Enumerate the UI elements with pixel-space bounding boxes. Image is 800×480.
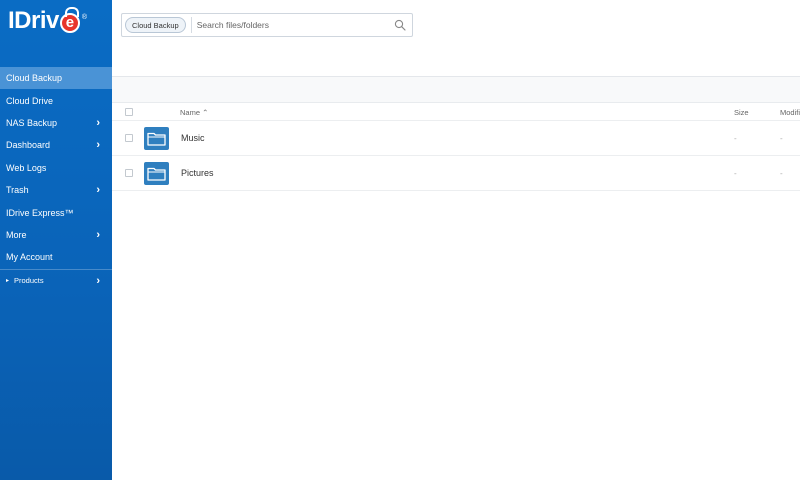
logo-text: IDriv (8, 7, 59, 34)
sidebar-item-label: IDrive Express™ (6, 207, 74, 218)
idrive-logo[interactable]: IDriv e ® (8, 6, 87, 38)
chevron-right-icon: › (96, 274, 100, 287)
chevron-right-icon: › (96, 116, 100, 129)
folder-icon (144, 162, 169, 185)
column-header-name[interactable]: Name ⌃ (180, 108, 208, 117)
search-input[interactable] (196, 20, 397, 30)
folder-icon (144, 127, 169, 150)
sidebar-item-label: My Account (6, 252, 53, 263)
sidebar-item-products[interactable]: ▸ Products › (0, 270, 112, 292)
toolbar-band (112, 76, 800, 103)
sidebar-item-cloud-drive[interactable]: Cloud Drive (0, 89, 112, 111)
sidebar-item-dashboard[interactable]: Dashboard › (0, 134, 112, 156)
file-name[interactable]: Pictures (181, 168, 214, 178)
file-size: - (734, 134, 737, 143)
table-header: Name ⌃ Size Modifi (112, 103, 800, 121)
file-name[interactable]: Music (181, 133, 205, 143)
chevron-right-icon: › (96, 139, 100, 152)
logo-registered-mark: ® (81, 14, 88, 21)
row-checkbox[interactable] (125, 134, 133, 142)
table-row[interactable]: Pictures - - (112, 156, 800, 191)
sidebar-item-label: NAS Backup (6, 117, 58, 128)
file-table: Name ⌃ Size Modifi Music - - Pictures - … (112, 103, 800, 191)
search-scope-pill[interactable]: Cloud Backup (125, 17, 186, 33)
sidebar-item-label: Dashboard (6, 140, 51, 151)
select-all-checkbox[interactable] (125, 108, 133, 116)
sidebar: IDriv e ® Cloud Backup Cloud Drive NAS B… (0, 0, 112, 480)
column-header-size[interactable]: Size (734, 108, 749, 117)
logo-e-lock-icon: e (59, 7, 80, 33)
file-modified: - (780, 169, 783, 178)
sidebar-item-label: Cloud Backup (6, 73, 63, 84)
sidebar-item-trash[interactable]: Trash › (0, 179, 112, 201)
row-checkbox[interactable] (125, 169, 133, 177)
file-size: - (734, 169, 737, 178)
caret-right-icon: ▸ (6, 278, 10, 285)
sidebar-item-cloud-backup[interactable]: Cloud Backup (0, 67, 112, 90)
sidebar-item-more[interactable]: More › (0, 224, 112, 246)
sidebar-nav: Cloud Backup Cloud Drive NAS Backup › Da… (0, 67, 112, 292)
sidebar-item-label: Cloud Drive (6, 95, 54, 106)
sidebar-item-label: Web Logs (6, 162, 47, 173)
table-row[interactable]: Music - - (112, 121, 800, 156)
sidebar-item-web-logs[interactable]: Web Logs (0, 157, 112, 179)
sidebar-item-nas-backup[interactable]: NAS Backup › (0, 112, 112, 134)
chevron-right-icon: › (96, 228, 100, 241)
sidebar-item-label: Trash (6, 185, 29, 196)
sidebar-item-label: Products (14, 276, 44, 286)
column-header-modified[interactable]: Modifi (780, 108, 800, 117)
sidebar-item-idrive-express[interactable]: IDrive Express™ (0, 201, 112, 223)
search-separator (190, 17, 192, 33)
sidebar-item-label: More (6, 229, 27, 240)
sidebar-item-my-account[interactable]: My Account (0, 246, 112, 268)
search-bar: Cloud Backup (121, 13, 413, 37)
chevron-right-icon: › (96, 184, 100, 197)
search-icon[interactable] (394, 19, 406, 31)
file-modified: - (780, 134, 783, 143)
